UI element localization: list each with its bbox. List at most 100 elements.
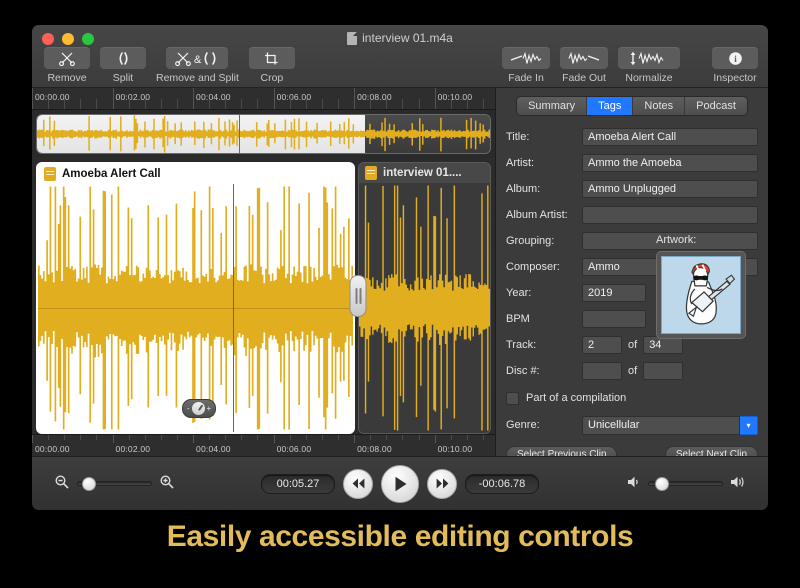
field-row-track: Track: 2 of 34 bbox=[506, 334, 656, 356]
genre-value[interactable]: Unicellular bbox=[582, 416, 740, 435]
composer-label: Composer: bbox=[506, 261, 582, 273]
field-row-album-artist: Album Artist: bbox=[506, 204, 758, 226]
ruler-minor-tick bbox=[338, 435, 339, 440]
ruler-minor-tick bbox=[402, 99, 403, 110]
normalize-button[interactable]: Normalize bbox=[618, 47, 680, 84]
clip-header[interactable]: Amoeba Alert Call bbox=[38, 164, 353, 184]
zoom-in-icon[interactable] bbox=[159, 474, 175, 493]
album-artist-input[interactable] bbox=[582, 206, 758, 224]
amoeba-guitarist-icon bbox=[662, 257, 740, 333]
ruler-minor-tick bbox=[467, 99, 468, 110]
clip-waveform[interactable] bbox=[359, 183, 490, 433]
volume-low-glyph bbox=[627, 475, 641, 489]
tab-tags[interactable]: Tags bbox=[587, 97, 633, 115]
zoom-slider[interactable] bbox=[77, 477, 152, 491]
volume-high-icon[interactable] bbox=[730, 475, 746, 492]
ruler-minor-tick bbox=[80, 435, 81, 440]
track-number-input[interactable]: 2 bbox=[582, 336, 622, 354]
genre-dropdown[interactable]: Unicellular ▾ bbox=[582, 416, 758, 435]
clip-split-handle[interactable] bbox=[350, 275, 367, 317]
ruler-tick bbox=[193, 435, 194, 443]
artist-input[interactable]: Ammo the Amoeba bbox=[582, 154, 758, 172]
clip-amoeba-alert-call[interactable]: Amoeba Alert Call - + bbox=[36, 162, 355, 434]
timeline-ruler-bottom[interactable]: 00:00.0000:02.0000:04.0000:06.0000:08.00… bbox=[32, 434, 495, 456]
zoom-slider-thumb[interactable] bbox=[82, 477, 96, 491]
tab-podcast[interactable]: Podcast bbox=[685, 97, 747, 115]
crop-icon bbox=[249, 47, 295, 69]
crop-button[interactable]: Crop bbox=[249, 47, 295, 84]
disc-number-input[interactable] bbox=[582, 362, 622, 380]
clip-gain-control[interactable]: - + bbox=[182, 399, 216, 418]
ruler-minor-tick bbox=[467, 435, 468, 440]
gain-knob-icon[interactable] bbox=[192, 402, 205, 415]
ruler-minor-tick bbox=[451, 435, 452, 440]
album-artist-label: Album Artist: bbox=[506, 209, 582, 221]
fade-out-button[interactable]: Fade Out bbox=[560, 47, 608, 84]
forward-button[interactable] bbox=[427, 469, 457, 499]
year-input[interactable]: 2019 bbox=[582, 284, 646, 302]
ruler-minor-tick bbox=[451, 99, 452, 110]
effect-tools-group: Fade In Fade Out bbox=[502, 47, 758, 84]
volume-slider-thumb[interactable] bbox=[655, 477, 669, 491]
ruler-tick bbox=[274, 435, 275, 443]
album-input[interactable]: Ammo Unplugged bbox=[582, 180, 758, 198]
remove-button[interactable]: Remove bbox=[44, 47, 90, 84]
clip-header[interactable]: interview 01.... bbox=[359, 163, 490, 183]
artwork-frame[interactable] bbox=[656, 251, 746, 339]
remove-and-split-glyph: & bbox=[174, 51, 220, 66]
volume-slider[interactable] bbox=[648, 477, 723, 491]
artwork-label: Artwork: bbox=[656, 234, 756, 246]
ruler-minor-tick bbox=[257, 99, 258, 110]
bpm-input[interactable] bbox=[582, 310, 646, 328]
field-row-genre: Genre: Unicellular ▾ bbox=[506, 414, 758, 436]
audio-file-icon bbox=[365, 166, 377, 180]
ruler-tick bbox=[113, 88, 114, 110]
clip-title: Amoeba Alert Call bbox=[62, 168, 161, 180]
ruler-minor-tick bbox=[64, 99, 65, 110]
chevron-down-icon[interactable]: ▾ bbox=[740, 416, 758, 435]
field-row-year: Year: 2019 bbox=[506, 282, 646, 304]
timeline-ruler-top[interactable]: 00:00.0000:02.0000:04.0000:06.0000:08.00… bbox=[32, 88, 495, 110]
play-button[interactable] bbox=[381, 465, 419, 503]
ruler-minor-tick bbox=[290, 99, 291, 110]
elapsed-time[interactable]: 00:05.27 bbox=[261, 474, 335, 494]
track-label: Track: bbox=[506, 339, 582, 351]
clip-interview-01[interactable]: interview 01.... bbox=[358, 162, 491, 434]
remaining-time[interactable]: -00:06.78 bbox=[465, 474, 539, 494]
remove-and-split-button[interactable]: & Remove and Split bbox=[156, 47, 239, 84]
field-row-album: Album: Ammo Unplugged bbox=[506, 178, 758, 200]
scissors-glyph bbox=[59, 51, 76, 66]
svg-text:&: & bbox=[194, 54, 202, 66]
fade-in-button[interactable]: Fade In bbox=[502, 47, 550, 84]
gain-minus-label: - bbox=[187, 404, 190, 413]
tab-summary[interactable]: Summary bbox=[517, 97, 587, 115]
overview-waveform[interactable] bbox=[36, 114, 491, 154]
ruler-tick bbox=[32, 435, 33, 443]
info-glyph: i bbox=[727, 51, 744, 66]
tab-strip: Summary Tags Notes Podcast bbox=[516, 96, 748, 116]
ruler-tick bbox=[354, 88, 355, 110]
fade-in-glyph bbox=[509, 51, 543, 66]
inspector-button[interactable]: i Inspector bbox=[712, 47, 758, 84]
overview-strip[interactable] bbox=[32, 110, 495, 158]
title-input[interactable]: Amoeba Alert Call bbox=[582, 128, 758, 146]
clip-waveform[interactable]: - + bbox=[38, 184, 353, 432]
tab-notes[interactable]: Notes bbox=[633, 97, 685, 115]
zoom-controls bbox=[54, 474, 175, 493]
ruler-tick bbox=[193, 88, 194, 110]
volume-low-icon[interactable] bbox=[627, 475, 641, 492]
window-title: interview 01.m4a bbox=[32, 31, 768, 45]
main-area: 00:00.0000:02.0000:04.0000:06.0000:08.00… bbox=[32, 88, 768, 456]
compilation-row[interactable]: Part of a compilation bbox=[506, 388, 758, 408]
split-button[interactable]: Split bbox=[100, 47, 146, 84]
rewind-button[interactable] bbox=[343, 469, 373, 499]
disc-total-input[interactable] bbox=[643, 362, 683, 380]
info-icon: i bbox=[712, 47, 758, 69]
inspector-tabs: Summary Tags Notes Podcast bbox=[506, 96, 758, 116]
field-row-disc: Disc #: of bbox=[506, 360, 656, 382]
playhead[interactable] bbox=[233, 184, 234, 432]
window-toolbar: interview 01.m4a Rem bbox=[32, 25, 768, 88]
compilation-checkbox[interactable] bbox=[506, 392, 519, 405]
normalize-label: Normalize bbox=[625, 72, 672, 84]
zoom-out-icon[interactable] bbox=[54, 474, 70, 493]
